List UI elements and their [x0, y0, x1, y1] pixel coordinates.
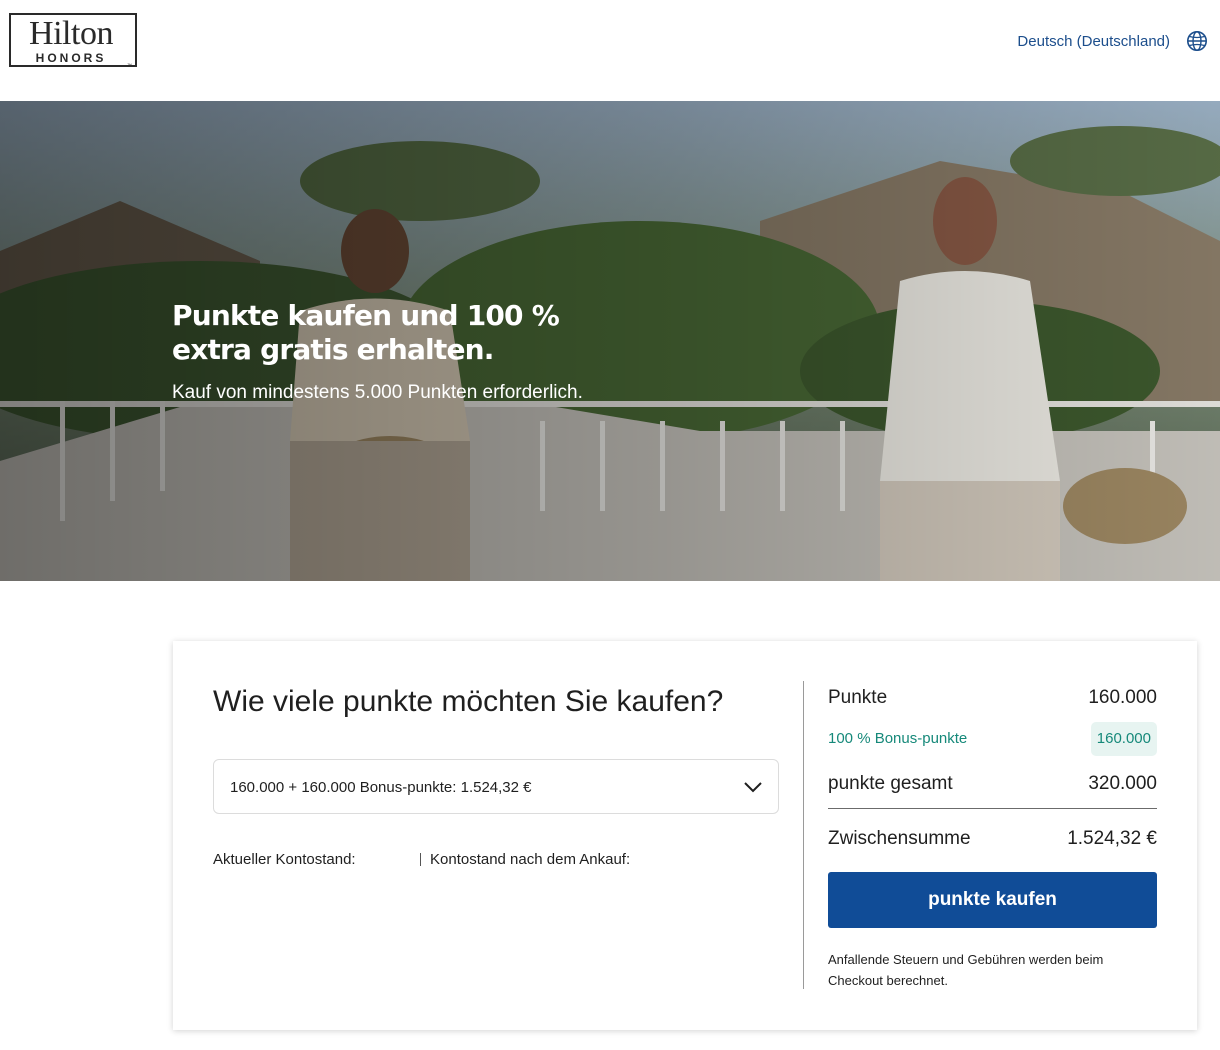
bonus-label: 100 % Bonus-punkte — [828, 730, 968, 747]
language-selector[interactable]: Deutsch (Deutschland) — [1017, 32, 1170, 52]
summary-divider — [828, 808, 1157, 809]
subtotal-label: Zwischensumme — [828, 828, 971, 849]
tax-note: Anfallende Steuern und Gebühren werden b… — [828, 952, 1104, 988]
chevron-down-icon[interactable] — [742, 778, 764, 796]
balance-after-label: Kontostand nach dem Ankauf: — [430, 851, 631, 868]
total-points-value: 320.000 — [1088, 773, 1157, 794]
logo-subtitle: HONORS — [9, 51, 133, 65]
logo-trademark: ™ — [127, 63, 132, 69]
buy-points-button[interactable]: punkte kaufen — [828, 872, 1157, 928]
hero-title: Punkte kaufen und 100 % extra gratis erh… — [172, 299, 560, 366]
card-divider — [803, 681, 804, 989]
hero-banner: Punkte kaufen und 100 % extra gratis erh… — [0, 101, 1220, 581]
hilton-honors-logo[interactable]: Hilton HONORS ™ — [9, 13, 137, 69]
logo-wordmark: Hilton — [29, 15, 113, 52]
subtotal-value: 1.524,32 € — [1067, 828, 1157, 849]
current-balance-label: Aktueller Kontostand: — [213, 851, 356, 868]
points-label: Punkte — [828, 687, 888, 708]
hero-subtitle: Kauf von mindestens 5.000 Punkten erford… — [172, 382, 583, 403]
site-header: Hilton HONORS ™ Deutsch (Deutschland) — [0, 0, 1220, 101]
purchase-title: Wie viele punkte möchten Sie kaufen? — [213, 685, 724, 718]
points-package-select[interactable]: 160.000 + 160.000 Bonus-punkte: 1.524,32… — [213, 759, 779, 814]
total-points-label: punkte gesamt — [828, 773, 953, 794]
balance-separator — [420, 853, 421, 866]
purchase-card: Wie viele punkte möchten Sie kaufen? 160… — [173, 641, 1197, 1030]
points-package-value: 160.000 + 160.000 Bonus-punkte: 1.524,32… — [230, 779, 532, 796]
bonus-row: 100 % Bonus-punkte 160.000 — [828, 722, 1157, 756]
logo-subtitle-text: HONORS — [30, 51, 112, 65]
points-value: 160.000 — [1088, 687, 1157, 708]
bonus-value-badge: 160.000 — [1090, 722, 1157, 756]
globe-icon[interactable] — [1186, 30, 1208, 52]
